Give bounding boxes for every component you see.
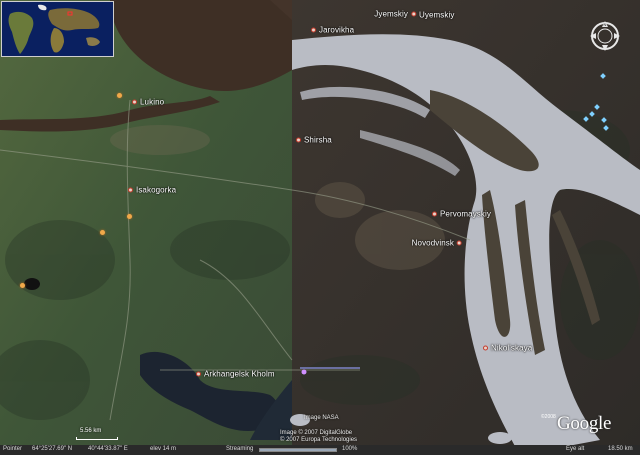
place-label: Lukino xyxy=(140,97,165,107)
place-marker-icon xyxy=(457,240,462,246)
streaming-progress-bar xyxy=(259,448,337,452)
place-label: Shirsha xyxy=(304,135,332,145)
streaming-progress-fill xyxy=(260,449,336,451)
credit-digitalglobe: Image © 2007 DigitalGlobe xyxy=(280,430,353,436)
poi-marker-icon[interactable] xyxy=(100,230,105,235)
pointer-elevation: elev 14 m xyxy=(150,446,177,452)
pointer-longitude: 40°44'33.87" E xyxy=(88,446,128,452)
place-marker-icon xyxy=(196,371,201,377)
satellite-imagery[interactable] xyxy=(0,0,640,455)
overview-inset-map[interactable] xyxy=(1,1,114,57)
place-pervomayskiy[interactable]: Pervomayskiy xyxy=(432,210,491,219)
poi-marker-icon[interactable] xyxy=(117,93,122,98)
place-jyemskiy[interactable]: Jyemskiy xyxy=(374,10,416,19)
world-map xyxy=(2,2,113,56)
place-marker-icon xyxy=(483,345,488,351)
place-marker-icon xyxy=(432,211,437,217)
place-lukino[interactable]: Lukino xyxy=(132,98,164,107)
compass-icon[interactable]: N xyxy=(589,20,621,52)
pointer-label: Pointer xyxy=(3,446,23,452)
place-marker-icon xyxy=(311,27,316,33)
map-viewport[interactable]: N Jarovikha Jyemskiy Uyemskiy Lukino Shi… xyxy=(0,0,640,455)
place-marker-icon xyxy=(296,137,301,143)
eye-alt-label: Eye alt xyxy=(566,446,585,452)
place-novodvinsk[interactable]: Novodvinsk xyxy=(412,239,462,248)
credit-nasa: Image NASA xyxy=(304,415,339,421)
scale-label: 5.56 km xyxy=(80,428,102,434)
status-bar: Pointer 64°25'27.69" N 40°44'33.87" E el… xyxy=(0,445,640,455)
place-arkhangelsk-kholm[interactable]: Arkhangelsk Kholm xyxy=(196,370,275,379)
place-label: Nikol'skaya xyxy=(491,343,533,353)
eye-alt-value: 18.50 km xyxy=(608,446,633,452)
place-marker-icon xyxy=(132,99,137,105)
streaming-label: Streaming xyxy=(226,446,254,452)
place-jarovikha[interactable]: Jarovikha xyxy=(311,26,354,35)
pointer-latitude: 64°25'27.69" N xyxy=(32,446,73,452)
place-label: Isakogorka xyxy=(136,185,177,195)
place-nikolskaya[interactable]: Nikol'skaya xyxy=(483,344,532,353)
place-label: Jyemskiy xyxy=(374,9,408,19)
poi-marker-icon[interactable] xyxy=(20,283,25,288)
scale-bar xyxy=(76,437,118,440)
place-label: Arkhangelsk Kholm xyxy=(204,369,275,379)
poi-marker-icon[interactable] xyxy=(127,214,132,219)
streaming-percent: 100% xyxy=(342,446,358,452)
place-label: Novodvinsk xyxy=(411,238,454,248)
place-isakogorka[interactable]: Isakogorka xyxy=(128,186,176,195)
place-uyemskiy[interactable]: Uyemskiy xyxy=(419,11,454,20)
place-marker-icon xyxy=(128,187,133,193)
google-logo: Google xyxy=(557,413,612,434)
place-marker-icon xyxy=(411,11,416,17)
place-label: Pervomayskiy xyxy=(440,209,491,219)
place-label: Uyemskiy xyxy=(419,10,455,20)
place-label: Jarovikha xyxy=(319,25,355,35)
credit-europa: © 2007 Europa Technologies xyxy=(280,437,358,443)
compass-north-label: N xyxy=(604,22,607,27)
place-shirsha[interactable]: Shirsha xyxy=(296,136,332,145)
google-copyright: ©2008 xyxy=(541,414,556,420)
